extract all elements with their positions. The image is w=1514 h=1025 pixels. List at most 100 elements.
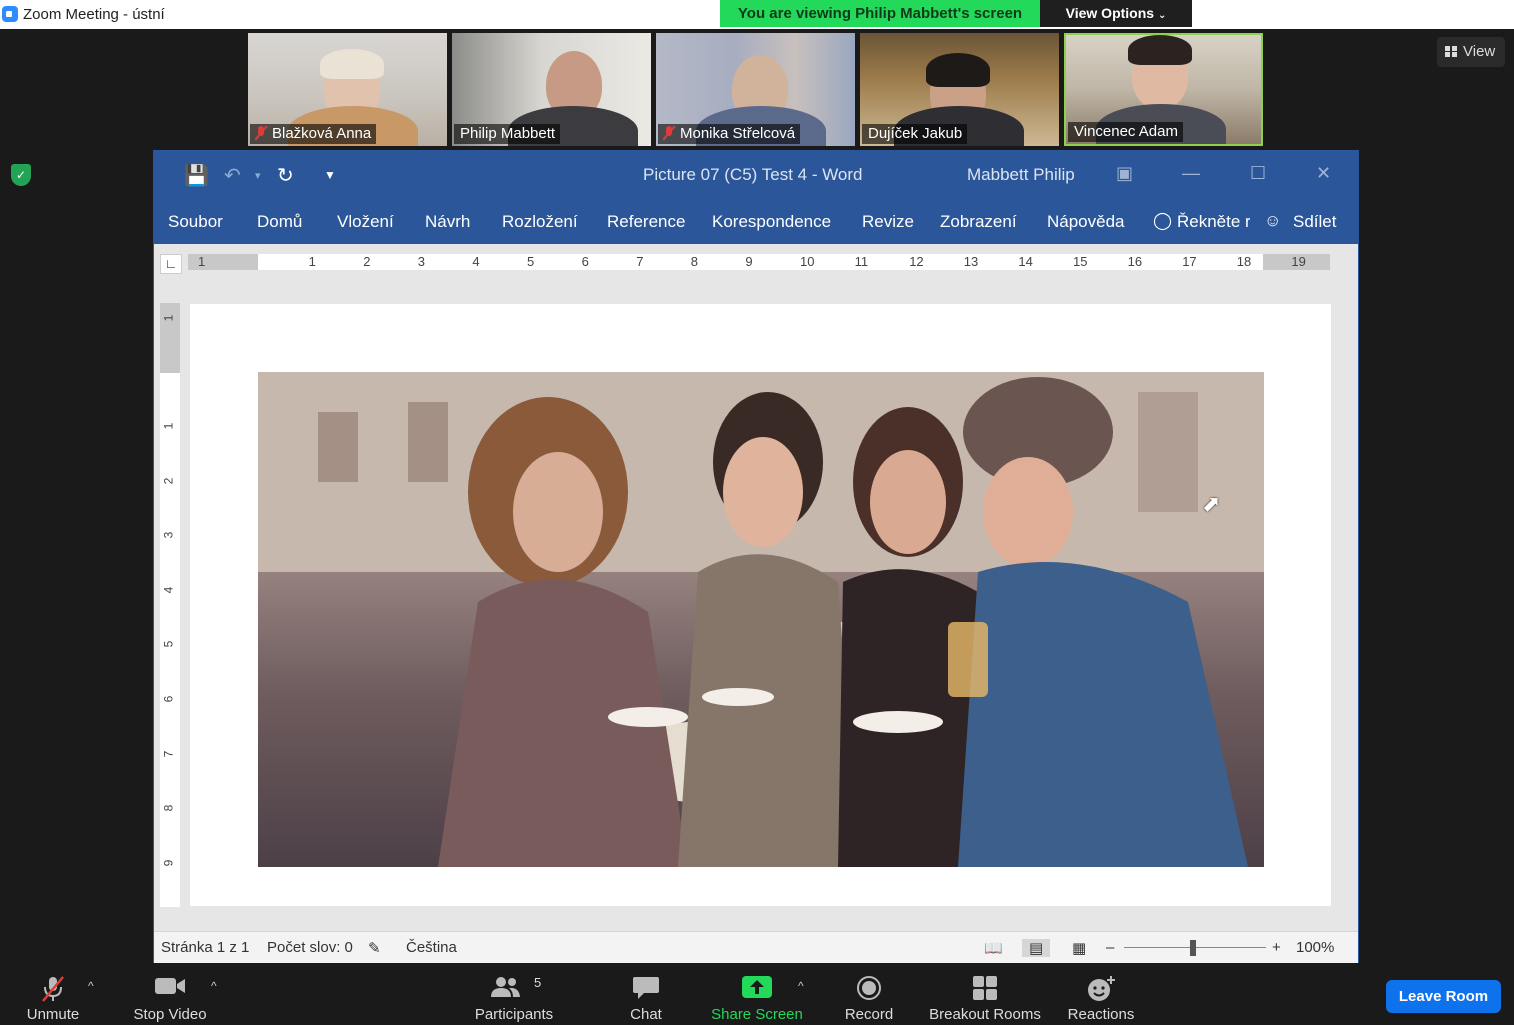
video-tile-monika-strelcova[interactable]: Monika Střelcová [656, 33, 855, 146]
tab-korespondence[interactable]: Korespondence [712, 212, 831, 232]
tab-reference[interactable]: Reference [607, 212, 685, 232]
ruler-number: 1 [308, 254, 316, 269]
meeting-toolbar: Unmute ^ Stop Video ^ 5 Participants Cha… [0, 965, 1514, 1025]
view-layout-button[interactable]: View [1437, 37, 1505, 67]
print-layout-icon[interactable]: ▤ [1022, 939, 1051, 957]
account-name[interactable]: Mabbett Philip [967, 165, 1075, 185]
page-counter[interactable]: Stránka 1 z 1 [161, 939, 249, 956]
document-page[interactable] [190, 304, 1331, 906]
tab-vlozeni[interactable]: Vložení [337, 212, 394, 232]
tell-me-search[interactable]: Řekněte r [1177, 212, 1250, 232]
view-label: View [1463, 43, 1496, 60]
video-tile-dujicek-jakub[interactable]: Dujíček Jakub [860, 33, 1059, 146]
share-screen-button[interactable]: Share Screen [708, 965, 806, 1025]
participant-name: Dujíček Jakub [868, 125, 963, 142]
participants-button[interactable]: 5 Participants [470, 965, 558, 1025]
chat-button[interactable]: Chat [618, 965, 674, 1025]
tab-navrh[interactable]: Návrh [425, 212, 470, 232]
mic-muted-icon [256, 126, 266, 140]
participant-name: Monika Střelcová [680, 125, 796, 142]
leave-room-button[interactable]: Leave Room [1386, 980, 1501, 1013]
save-icon[interactable]: 💾 [184, 163, 209, 188]
horizontal-ruler-area: ∟ 1 1 2 3 4 5 6 7 8 9 10 11 12 13 14 15 16 17 18 19 [154, 244, 1358, 284]
minimize-icon[interactable]: — [1182, 163, 1200, 184]
ruler-number: 1 [161, 422, 176, 430]
ribbon-tabs: Soubor Domů Vložení Návrh Rozložení Refe… [154, 199, 1358, 244]
close-icon[interactable]: ✕ [1316, 163, 1331, 184]
tab-napoveda[interactable]: Nápověda [1047, 212, 1125, 232]
chevron-down-icon: ⌄ [1157, 10, 1167, 21]
tab-zobrazeni[interactable]: Zobrazení [940, 212, 1017, 232]
ruler-number: 14 [1018, 254, 1033, 269]
maximize-icon[interactable]: ☐ [1250, 163, 1266, 184]
ribbon-display-icon[interactable]: ▣ [1116, 163, 1133, 184]
window-title: Zoom Meeting - ústní [23, 6, 165, 23]
video-options-caret-icon[interactable]: ^ [211, 979, 217, 993]
undo-dropdown-icon[interactable]: ▾ [255, 169, 261, 182]
proofing-icon[interactable]: ✎ [368, 939, 381, 957]
stop-video-button[interactable]: Stop Video [130, 965, 210, 1025]
zoom-in-icon[interactable]: + [1272, 939, 1281, 956]
ruler-number: 18 [1236, 254, 1252, 269]
participant-name: Philip Mabbett [460, 125, 556, 142]
mouse-cursor-icon: ⬈ [1202, 491, 1221, 516]
video-tile-vincenec-adam[interactable]: Vincenec Adam [1064, 33, 1263, 146]
zoom-level[interactable]: 100% [1296, 939, 1334, 956]
ruler-number: 17 [1182, 254, 1197, 269]
participants-label: Participants [474, 1006, 554, 1023]
tab-revize[interactable]: Revize [862, 212, 914, 232]
mic-muted-icon [664, 126, 674, 140]
ruler-number: 8 [690, 254, 699, 269]
record-button[interactable]: Record [838, 965, 900, 1025]
ruler-number: 13 [963, 254, 979, 269]
undo-icon[interactable]: ↶ [224, 163, 241, 188]
read-mode-icon[interactable]: 📖 [984, 939, 1003, 957]
tab-rozlozeni[interactable]: Rozložení [502, 212, 578, 232]
microphone-muted-icon [42, 976, 64, 1002]
ruler-number: 9 [745, 254, 753, 269]
audio-options-caret-icon[interactable]: ^ [88, 979, 94, 993]
ruler-number: 11 [854, 254, 869, 269]
redo-icon[interactable]: ↻ [277, 163, 294, 188]
zoom-out-icon[interactable]: – [1106, 939, 1114, 956]
customize-quick-access-icon[interactable]: ▼ [324, 168, 336, 182]
participant-nametag: Monika Střelcová [658, 124, 801, 144]
word-count[interactable]: Počet slov: 0 [267, 939, 353, 956]
zoom-slider-thumb[interactable] [1190, 940, 1196, 956]
security-shield-icon[interactable]: ✓ [11, 164, 31, 186]
grid-icon [1445, 46, 1457, 57]
ruler-number: 12 [909, 254, 924, 269]
inserted-photo[interactable] [258, 372, 1264, 867]
share-options-caret-icon[interactable]: ^ [798, 979, 804, 993]
vertical-ruler[interactable]: 1 1 2 3 4 5 6 7 8 9 [160, 303, 180, 907]
shared-word-window: 💾 ↶ ▾ ↻ ▼ Picture 07 (C5) Test 4 - Word … [153, 150, 1359, 963]
ruler-number: 16 [1127, 254, 1143, 269]
participants-icon [491, 977, 520, 997]
person-share-icon: ☺ [1264, 211, 1282, 230]
ruler-number: 7 [161, 750, 176, 757]
video-tile-philip-mabbett[interactable]: Philip Mabbett [452, 33, 651, 146]
reactions-button[interactable]: Reactions [1064, 965, 1138, 1025]
breakout-rooms-button[interactable]: Breakout Rooms [926, 965, 1044, 1025]
participant-nametag: Dujíček Jakub [862, 124, 968, 144]
ruler-number: 10 [800, 254, 815, 269]
ruler-number: 5 [527, 254, 535, 269]
participant-nametag: Philip Mabbett [454, 124, 561, 144]
share-button[interactable]: Sdílet [1293, 212, 1336, 232]
word-statusbar: Stránka 1 z 1 Počet slov: 0 ✎ Čeština 📖 … [154, 931, 1358, 963]
reactions-smiley-icon [1088, 976, 1115, 1001]
word-titlebar: 💾 ↶ ▾ ↻ ▼ Picture 07 (C5) Test 4 - Word … [154, 151, 1358, 199]
horizontal-ruler[interactable]: 1 1 2 3 4 5 6 7 8 9 10 11 12 13 14 15 16 17 18 19 [188, 254, 1330, 270]
language-indicator[interactable]: Čeština [406, 939, 457, 956]
view-options-button[interactable]: View Options ⌄ [1040, 0, 1192, 27]
record-icon [857, 976, 881, 1000]
tab-domu[interactable]: Domů [257, 212, 302, 232]
view-options-label: View Options [1065, 5, 1155, 21]
unmute-button[interactable]: Unmute [20, 965, 86, 1025]
record-label: Record [844, 1006, 894, 1023]
ruler-number: 2 [363, 254, 371, 269]
tab-soubor[interactable]: Soubor [168, 212, 223, 232]
web-layout-icon[interactable]: ▦ [1072, 939, 1086, 957]
video-tile-blazkova-anna[interactable]: Blažková Anna [248, 33, 447, 146]
tab-selector[interactable]: ∟ [160, 254, 182, 274]
